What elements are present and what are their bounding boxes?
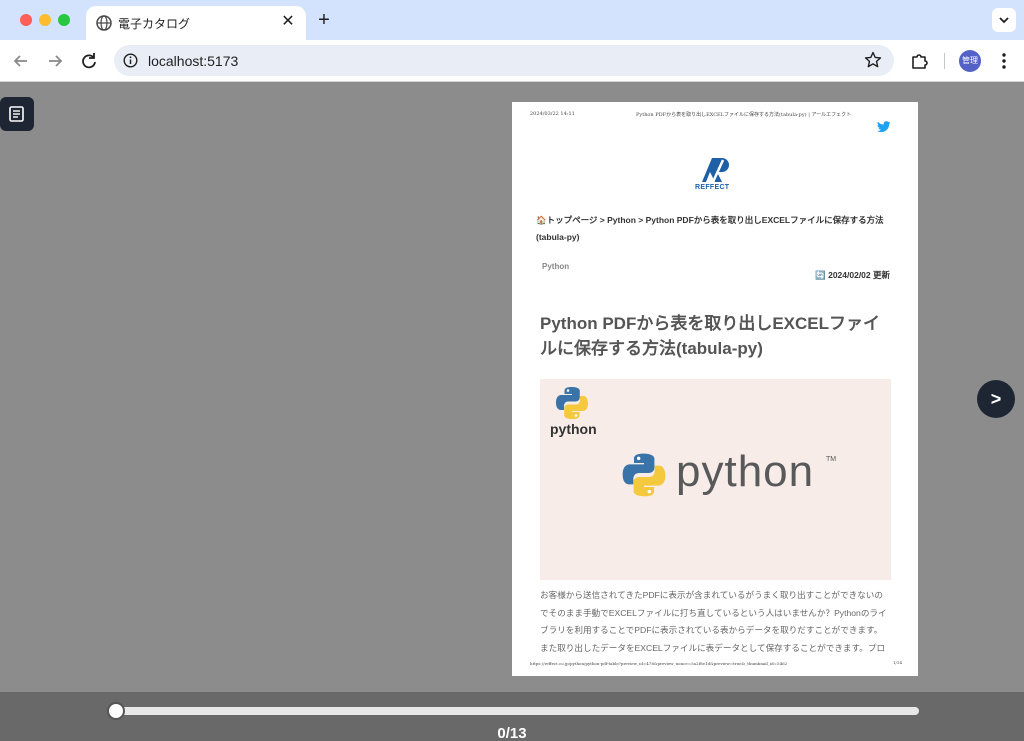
print-footer-page: 1/14 — [893, 660, 902, 665]
url-text: localhost:5173 — [148, 53, 239, 69]
browser-toolbar: localhost:5173 管理 — [0, 40, 1024, 82]
info-icon[interactable] — [123, 53, 138, 68]
puzzle-icon[interactable] — [909, 50, 931, 72]
twitter-icon — [877, 121, 891, 133]
arrow-left-icon[interactable] — [10, 50, 32, 72]
profile-avatar[interactable]: 管理 — [959, 50, 981, 72]
tab-search-button[interactable] — [992, 8, 1016, 32]
print-date: 2024/03/22 14:11 — [530, 111, 575, 117]
window-close-button[interactable] — [20, 14, 32, 26]
address-bar[interactable]: localhost:5173 — [114, 45, 894, 76]
browser-titlebar: 電子カタログ ✕ + — [0, 0, 1024, 40]
kebab-menu-icon[interactable] — [994, 50, 1014, 72]
page-navigation-bar: 0/13 — [0, 692, 1024, 741]
new-tab-button[interactable]: + — [313, 9, 335, 31]
tab-title: 電子カタログ — [118, 17, 191, 31]
reffect-logo — [702, 158, 729, 183]
browser-tab[interactable]: 電子カタログ ✕ — [86, 6, 306, 40]
logo-text: REFFECT — [695, 184, 730, 191]
toolbar-divider — [944, 53, 945, 69]
page-slider-track[interactable] — [116, 707, 919, 715]
window-maximize-button[interactable] — [58, 14, 70, 26]
body-line: ブラリを利用することでPDFに表示されている表からデータを取りだすことができます… — [540, 625, 883, 635]
catalog-viewer: 2024/03/22 14:11 Python PDFから表を取り出しEXCEL… — [0, 83, 1024, 692]
chevron-down-icon — [999, 17, 1009, 24]
article-body: お客様から送信されてきたPDFに表示が含まれているがうまく取り出すことができない… — [540, 587, 892, 657]
article-title: Python PDFから表を取り出しEXCELファイルに保存する方法(tabul… — [540, 314, 881, 358]
breadcrumb-text: トップページ > Python > Python PDFから表を取り出しEXCE… — [536, 215, 884, 242]
document-list-icon — [9, 106, 24, 122]
print-header: Python PDFから表を取り出しEXCELファイルに保存する方法(tabul… — [636, 112, 852, 118]
refresh-icon: 🔄 — [815, 270, 826, 280]
page-counter: 0/13 — [497, 725, 527, 741]
breadcrumb: 🏠トップページ > Python > Python PDFから表を取り出しEXC… — [536, 212, 896, 246]
catalog-page: 2024/03/22 14:11 Python PDFから表を取り出しEXCEL… — [512, 102, 918, 676]
hero-big-text: python — [676, 447, 815, 496]
page-slider-handle[interactable] — [107, 702, 125, 720]
hero-image: python python TM — [540, 379, 891, 580]
arrow-right-icon[interactable] — [44, 50, 66, 72]
body-line: でそのまま手動でEXCELファイルに打ち直しているという人はいませんか？Pyth… — [540, 607, 887, 618]
toc-button[interactable] — [0, 97, 34, 131]
category-label: Python — [542, 262, 570, 271]
home-icon: 🏠 — [536, 215, 547, 225]
python-logo-icon — [622, 453, 666, 497]
reload-icon[interactable] — [78, 50, 100, 72]
body-line: お客様から送信されてきたPDFに表示が含まれているがうまく取り出すことができない… — [540, 590, 883, 600]
print-footer-url: https://reffect.co.jp/python/python-pdf-… — [530, 661, 788, 666]
star-icon[interactable] — [864, 51, 882, 69]
hero-trademark: TM — [826, 456, 837, 463]
globe-icon — [96, 15, 112, 31]
python-logo-icon — [556, 387, 588, 419]
window-minimize-button[interactable] — [39, 14, 51, 26]
body-line: また取り出したデータをEXCELファイルに表データとして保存することができます。… — [540, 642, 886, 653]
updated-text: 2024/02/02 更新 — [828, 270, 890, 280]
hero-small-text: python — [550, 421, 597, 437]
updated-date: 🔄 2024/02/02 更新 — [815, 269, 890, 281]
tab-close-button[interactable]: ✕ — [278, 12, 298, 32]
next-page-button[interactable]: > — [977, 380, 1015, 418]
